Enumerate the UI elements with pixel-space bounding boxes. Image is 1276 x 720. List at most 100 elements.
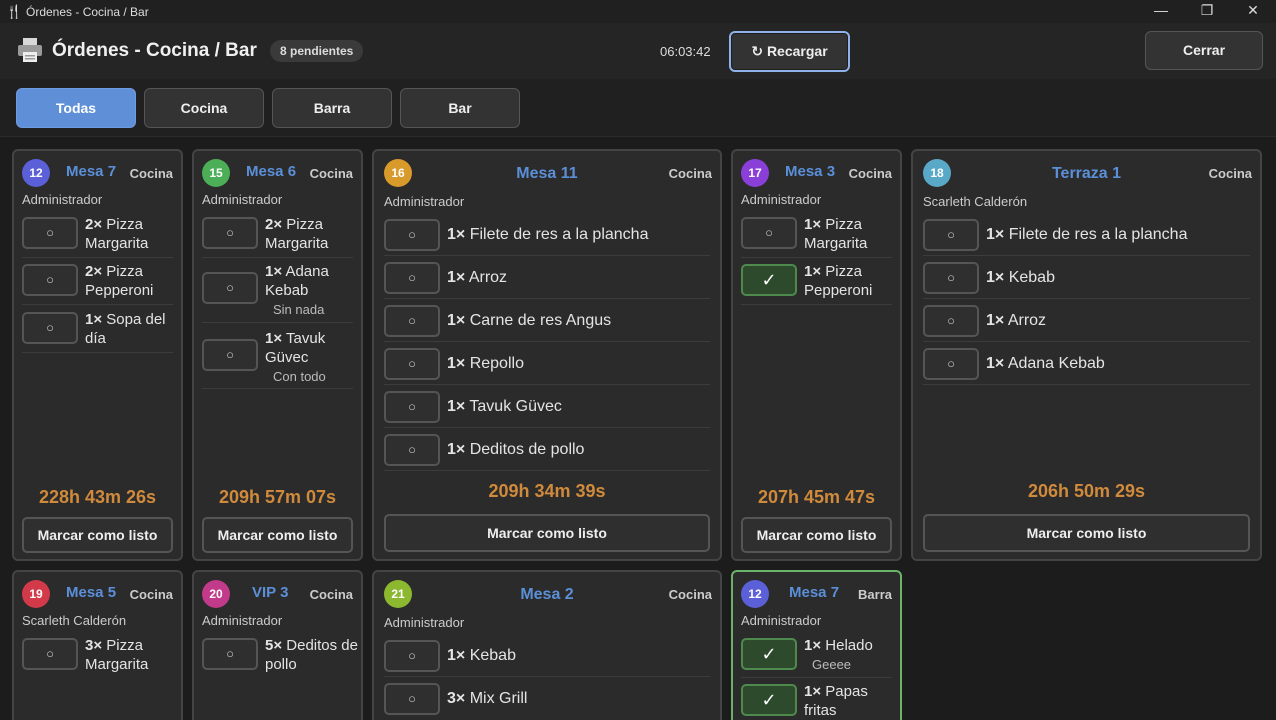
elapsed-timer: 228h 43m 26s (38, 487, 157, 507)
item-check-button[interactable]: ○ (22, 312, 78, 344)
area-label: Cocina (129, 166, 173, 181)
item-check-button[interactable]: ○ (741, 217, 797, 249)
item-check-button[interactable]: ○ (384, 219, 440, 251)
page-title: Órdenes - Cocina / Bar (52, 40, 257, 61)
item-check-button[interactable]: ○ (384, 348, 440, 380)
item-text: 1× Sopa del día (85, 311, 166, 347)
item-text: 2× Pizza Margarita (85, 216, 149, 252)
reload-button[interactable]: ↻ Recargar (729, 31, 850, 72)
item-check-button[interactable]: ○ (384, 262, 440, 294)
item-text: 1× Kebab (986, 269, 1055, 286)
header: Órdenes - Cocina / Bar 8 pendientes 06:0… (0, 23, 1276, 79)
area-label: Cocina (848, 166, 892, 181)
order-item: ○ 1× Adana Kebab (923, 345, 1250, 385)
filter-barra-button[interactable]: Barra (272, 88, 392, 128)
window-title: Órdenes - Cocina / Bar (26, 4, 149, 19)
area-label: Cocina (129, 587, 173, 602)
restore-icon[interactable]: ❐ (1184, 0, 1230, 23)
order-number: 20 (202, 580, 230, 608)
order-item: ○ 1× Kebab (384, 637, 710, 677)
item-check-button[interactable]: ○ (22, 264, 78, 296)
order-item: ○ 2× Pizza Pepperoni (22, 260, 173, 305)
minimize-icon[interactable]: — (1138, 0, 1184, 23)
table-name: Mesa 5 (66, 584, 117, 601)
item-text: 1× Papas fritas (804, 683, 868, 719)
order-card: 18 Terraza 1 Cocina Scarleth Calderón ○ … (911, 149, 1262, 561)
mark-ready-button[interactable]: Marcar como listo (741, 517, 892, 553)
orders-board: 12 Mesa 7 Cocina Administrador ○ 2× Pizz… (0, 137, 1276, 720)
item-check-button[interactable]: ○ (923, 348, 979, 380)
filter-cocina-button[interactable]: Cocina (144, 88, 264, 128)
mark-ready-button[interactable]: Marcar como listo (22, 517, 173, 553)
item-check-button[interactable]: ○ (923, 262, 979, 294)
waiter-name: Administrador (22, 192, 103, 207)
order-item: ○ 3× Mix Grill (384, 680, 710, 720)
item-check-button[interactable]: ○ (384, 640, 440, 672)
filter-bar-button[interactable]: Bar (400, 88, 520, 128)
item-check-button[interactable]: ○ (202, 217, 258, 249)
order-item: ○ 1× Filete de res a la plancha (923, 216, 1250, 256)
item-text: 1× Pizza Margarita (804, 216, 868, 252)
item-text: 3× Mix Grill (447, 690, 528, 707)
area-label: Cocina (668, 587, 712, 602)
order-card: 16 Mesa 11 Cocina Administrador ○ 1× Fil… (372, 149, 722, 561)
item-check-button[interactable]: ○ (384, 305, 440, 337)
close-button[interactable]: Cerrar (1145, 31, 1263, 70)
area-label: Cocina (309, 587, 353, 602)
close-window-icon[interactable]: ✕ (1230, 0, 1276, 23)
item-check-button[interactable]: ✓ (741, 264, 797, 296)
order-card: 12 Mesa 7 Barra Administrador ✓ 1× Helad… (731, 570, 902, 720)
item-text: 1× Adana Kebab (265, 263, 329, 299)
item-check-button[interactable]: ✓ (741, 684, 797, 716)
mark-ready-button[interactable]: Marcar como listo (384, 514, 710, 552)
item-check-button[interactable]: ○ (923, 219, 979, 251)
order-number: 15 (202, 159, 230, 187)
order-item: ○ 1× Pizza Margarita (741, 213, 892, 258)
order-item: ○ 1× Filete de res a la plancha (384, 216, 710, 256)
item-text: 3× Pizza Margarita (85, 637, 149, 673)
table-name: Mesa 7 (789, 584, 840, 601)
item-note: Sin nada (273, 302, 325, 317)
item-note: Geeee (812, 657, 852, 672)
order-card: 21 Mesa 2 Cocina Administrador ○ 1× Keba… (372, 570, 722, 720)
order-card: 15 Mesa 6 Cocina Administrador ○ 2× Pizz… (192, 149, 363, 561)
order-item: ○ 2× Pizza Margarita (202, 213, 353, 258)
item-check-button[interactable]: ○ (22, 217, 78, 249)
item-check-button[interactable]: ○ (923, 305, 979, 337)
item-note: Con todo (273, 369, 326, 384)
item-text: 1× Filete de res a la plancha (447, 226, 649, 243)
table-name: Mesa 3 (785, 163, 836, 180)
order-card: 19 Mesa 5 Cocina Scarleth Calderón ○ 3× … (12, 570, 183, 720)
order-item: ○ 1× Tavuk Güvec Con todo (202, 327, 353, 389)
order-item: ○ 3× Pizza Margarita (22, 634, 173, 679)
window-titlebar: 🍴 Órdenes - Cocina / Bar — ❐ ✕ (0, 0, 1276, 23)
order-item: ○ 1× Tavuk Güvec (384, 388, 710, 428)
filter-todas-button[interactable]: Todas (16, 88, 136, 128)
elapsed-timer: 209h 34m 39s (488, 481, 606, 501)
order-number: 17 (741, 159, 769, 187)
mark-ready-button[interactable]: Marcar como listo (202, 517, 353, 553)
item-check-button[interactable]: ○ (202, 272, 258, 304)
elapsed-timer: 206h 50m 29s (1027, 481, 1146, 501)
waiter-name: Administrador (741, 613, 822, 628)
item-check-button[interactable]: ○ (384, 391, 440, 423)
order-number: 12 (741, 580, 769, 608)
item-text: 1× Filete de res a la plancha (986, 226, 1188, 243)
item-check-button[interactable]: ○ (22, 638, 78, 670)
item-check-button[interactable]: ○ (384, 683, 440, 715)
item-check-button[interactable]: ✓ (741, 638, 797, 670)
table-name: VIP 3 (252, 584, 289, 601)
printer-icon (18, 38, 42, 62)
order-item: ○ 1× Carne de res Angus (384, 302, 710, 342)
window-controls: — ❐ ✕ (1138, 0, 1276, 23)
item-check-button[interactable]: ○ (202, 339, 258, 371)
item-check-button[interactable]: ○ (384, 434, 440, 466)
waiter-name: Scarleth Calderón (923, 194, 1028, 209)
clock: 06:03:42 (660, 44, 711, 59)
area-label: Cocina (1208, 166, 1252, 181)
item-check-button[interactable]: ○ (202, 638, 258, 670)
order-item: ○ 1× Adana Kebab Sin nada (202, 260, 353, 323)
mark-ready-button[interactable]: Marcar como listo (923, 514, 1250, 552)
order-item: ○ 5× Deditos de pollo (202, 634, 358, 679)
order-item: ○ 1× Arroz (384, 259, 710, 299)
